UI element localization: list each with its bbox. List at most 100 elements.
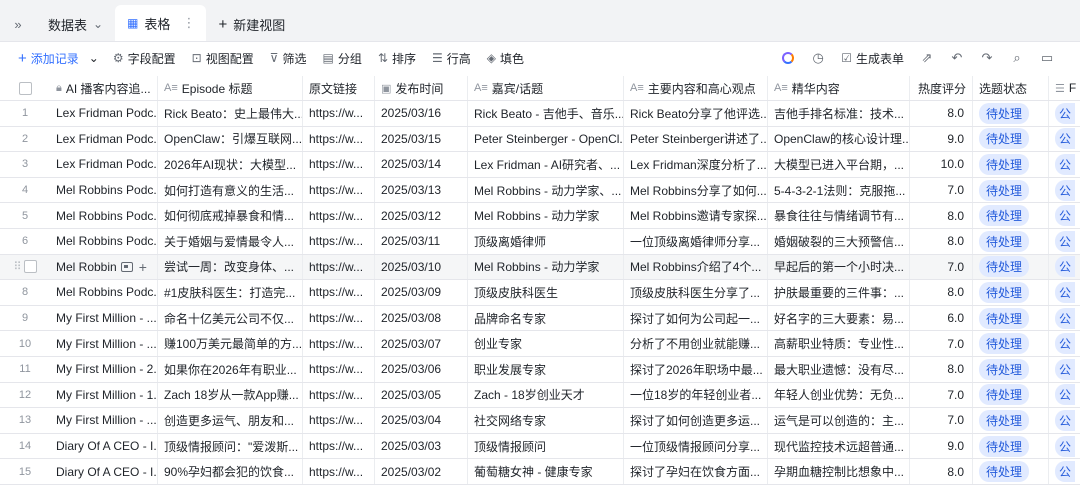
main-content-cell[interactable]: 顶级皮肤科医生分享了... [624, 280, 768, 305]
status-cell[interactable]: 待处理 [973, 408, 1049, 433]
status-cell[interactable]: 待处理 [973, 177, 1049, 203]
guest-cell[interactable]: 社交网络专家 [468, 408, 624, 433]
episode-cell[interactable]: 尝试一周：改变身体、... [158, 254, 303, 280]
episode-cell[interactable]: #1皮肤科医生：打造完... [158, 280, 303, 305]
main-content-cell[interactable]: Mel Robbins分享了如何... [624, 177, 768, 203]
essence-cell[interactable]: 运气是可以创造的：主... [768, 408, 910, 433]
view-config-button[interactable]: ⊡ 视图配置 [192, 50, 254, 67]
episode-cell[interactable]: Zach 18岁从一款App赚... [158, 382, 303, 408]
status-cell[interactable]: 待处理 [973, 254, 1049, 280]
tab-grid-view[interactable]: ▦ 表格 ⋮ [115, 5, 207, 41]
podcast-cell[interactable]: My First Million - ... [50, 331, 158, 356]
table-row[interactable]: 14 Diary Of A CEO - I... 顶级情报顾问："爱泼斯... htt… [0, 433, 1080, 460]
status-cell[interactable]: 待处理 [973, 152, 1049, 177]
essence-cell[interactable]: 婚姻破裂的三大预警信... [768, 228, 910, 254]
guest-cell[interactable]: Peter Steinberger - OpenCl... [468, 126, 624, 152]
heat-score-cell[interactable]: 7.0 [910, 382, 973, 408]
main-content-cell[interactable]: 一位顶级离婚律师分享... [624, 228, 768, 254]
history-button[interactable]: ◷ [803, 50, 833, 66]
podcast-cell[interactable]: My First Million - ... [50, 305, 158, 331]
ai-assistant-button[interactable] [773, 52, 803, 64]
row-number-cell[interactable]: 14 [0, 434, 50, 459]
field-config-button[interactable]: ⚙ 字段配置 [113, 50, 176, 67]
table-row[interactable]: 10 My First Million - ... 赚100万美元最简单的方... h… [0, 331, 1080, 357]
podcast-cell[interactable]: Mel Robbins Podc... [50, 203, 158, 228]
heat-score-cell[interactable]: 8.0 [910, 101, 973, 126]
heat-score-cell[interactable]: 8.0 [910, 459, 973, 484]
extra-cell[interactable]: 公 [1049, 255, 1080, 280]
row-number-cell[interactable]: 6 [0, 229, 50, 254]
table-row[interactable]: ⠿ Mel Robbin + 尝试一周：改变身体、... https://w... 202… [0, 254, 1080, 281]
podcast-cell[interactable]: Mel Robbin + [50, 254, 158, 280]
collapse-sidebar-button[interactable]: » [0, 7, 36, 41]
main-content-cell[interactable]: 探讨了2026年职场中最... [624, 356, 768, 382]
status-cell[interactable]: 待处理 [973, 356, 1049, 382]
row-number-cell[interactable]: 5 [0, 203, 50, 228]
podcast-cell[interactable]: Lex Fridman Podc... [50, 126, 158, 152]
drag-handle-icon[interactable]: ⠿ [13, 260, 21, 273]
column-header-status[interactable]: 选题状态 [973, 76, 1049, 100]
column-header-link[interactable]: 原文链接 [303, 76, 375, 100]
date-cell[interactable]: 2025/03/16 [375, 101, 468, 126]
row-checkbox[interactable] [23, 260, 37, 274]
podcast-cell[interactable]: Diary Of A CEO - I... [50, 433, 158, 459]
status-cell[interactable]: 待处理 [973, 433, 1049, 459]
episode-cell[interactable]: 顶级情报顾问："爱泼斯... [158, 433, 303, 459]
row-number-cell[interactable]: 3 [0, 152, 50, 177]
redo-button[interactable]: ↷ [972, 50, 1002, 66]
row-number-cell[interactable]: 15 [0, 459, 50, 484]
link-cell[interactable]: https://w... [303, 126, 375, 152]
expand-record-icon[interactable] [120, 261, 133, 272]
link-cell[interactable]: https://w... [303, 280, 375, 305]
podcast-cell[interactable]: My First Million - ... [50, 408, 158, 433]
guest-cell[interactable]: 顶级皮肤科医生 [468, 280, 624, 305]
extra-cell[interactable]: 公 [1049, 203, 1080, 228]
guest-cell[interactable]: 顶级情报顾问 [468, 433, 624, 459]
table-row[interactable]: 9 My First Million - ... 命名十亿美元公司不仅... http… [0, 305, 1080, 332]
heat-score-cell[interactable]: 7.0 [910, 331, 973, 356]
status-cell[interactable]: 待处理 [973, 459, 1049, 484]
date-cell[interactable]: 2025/03/09 [375, 280, 468, 305]
main-content-cell[interactable]: Mel Robbins介绍了4个... [624, 254, 768, 280]
extra-cell[interactable]: 公 [1049, 306, 1080, 331]
link-cell[interactable]: https://w... [303, 459, 375, 484]
column-header-podcast[interactable]: 🔒︎ AI 播客内容追... [50, 76, 158, 100]
row-number-cell[interactable]: 8 [0, 280, 50, 305]
date-cell[interactable]: 2025/03/12 [375, 203, 468, 228]
podcast-cell[interactable]: Mel Robbins Podc... [50, 280, 158, 305]
group-button[interactable]: ▤ 分组 [323, 50, 362, 67]
episode-cell[interactable]: 90%孕妇都会犯的饮食... [158, 459, 303, 484]
status-cell[interactable]: 待处理 [973, 305, 1049, 331]
row-number-cell[interactable]: 13 [0, 408, 50, 433]
main-content-cell[interactable]: 探讨了孕妇在饮食方面... [624, 459, 768, 484]
podcast-cell[interactable]: Lex Fridman Podc... [50, 152, 158, 177]
extra-cell[interactable]: 公 [1049, 229, 1080, 254]
date-cell[interactable]: 2025/03/13 [375, 177, 468, 203]
link-cell[interactable]: https://w... [303, 228, 375, 254]
episode-cell[interactable]: 如果你在2026年有职业... [158, 356, 303, 382]
guest-cell[interactable]: 顶级离婚律师 [468, 228, 624, 254]
link-cell[interactable]: https://w... [303, 254, 375, 280]
status-cell[interactable]: 待处理 [973, 382, 1049, 408]
date-cell[interactable]: 2025/03/14 [375, 152, 468, 177]
row-number-cell[interactable]: ⠿ [0, 255, 50, 280]
status-cell[interactable]: 待处理 [973, 228, 1049, 254]
filter-button[interactable]: ⊽ 筛选 [270, 50, 307, 67]
column-header-date[interactable]: ▣ 发布时间 [375, 76, 468, 100]
link-cell[interactable]: https://w... [303, 305, 375, 331]
extra-cell[interactable]: 公 [1049, 331, 1080, 356]
link-cell[interactable]: https://w... [303, 203, 375, 228]
table-row[interactable]: 11 My First Million - 2... 如果你在2026年有职业...… [0, 356, 1080, 383]
row-number-cell[interactable]: 10 [0, 331, 50, 356]
row-number-cell[interactable]: 2 [0, 127, 50, 152]
status-cell[interactable]: 待处理 [973, 280, 1049, 305]
table-row[interactable]: 3 Lex Fridman Podc... 2026年AI现状：大模型... http… [0, 152, 1080, 178]
essence-cell[interactable]: 暴食往往与情绪调节有... [768, 203, 910, 228]
podcast-cell[interactable]: Mel Robbins Podc... [50, 177, 158, 203]
table-row[interactable]: 8 Mel Robbins Podc... #1皮肤科医生：打造完... https:… [0, 280, 1080, 306]
heat-score-cell[interactable]: 8.0 [910, 356, 973, 382]
table-row[interactable]: 4 Mel Robbins Podc... 如何打造有意义的生活... https:/… [0, 177, 1080, 204]
guest-cell[interactable]: Zach - 18岁创业天才 [468, 382, 624, 408]
column-header-main[interactable]: A≡ 主要内容和高心观点 [624, 76, 768, 100]
generate-form-button[interactable]: ☑ 生成表单 [833, 50, 912, 67]
